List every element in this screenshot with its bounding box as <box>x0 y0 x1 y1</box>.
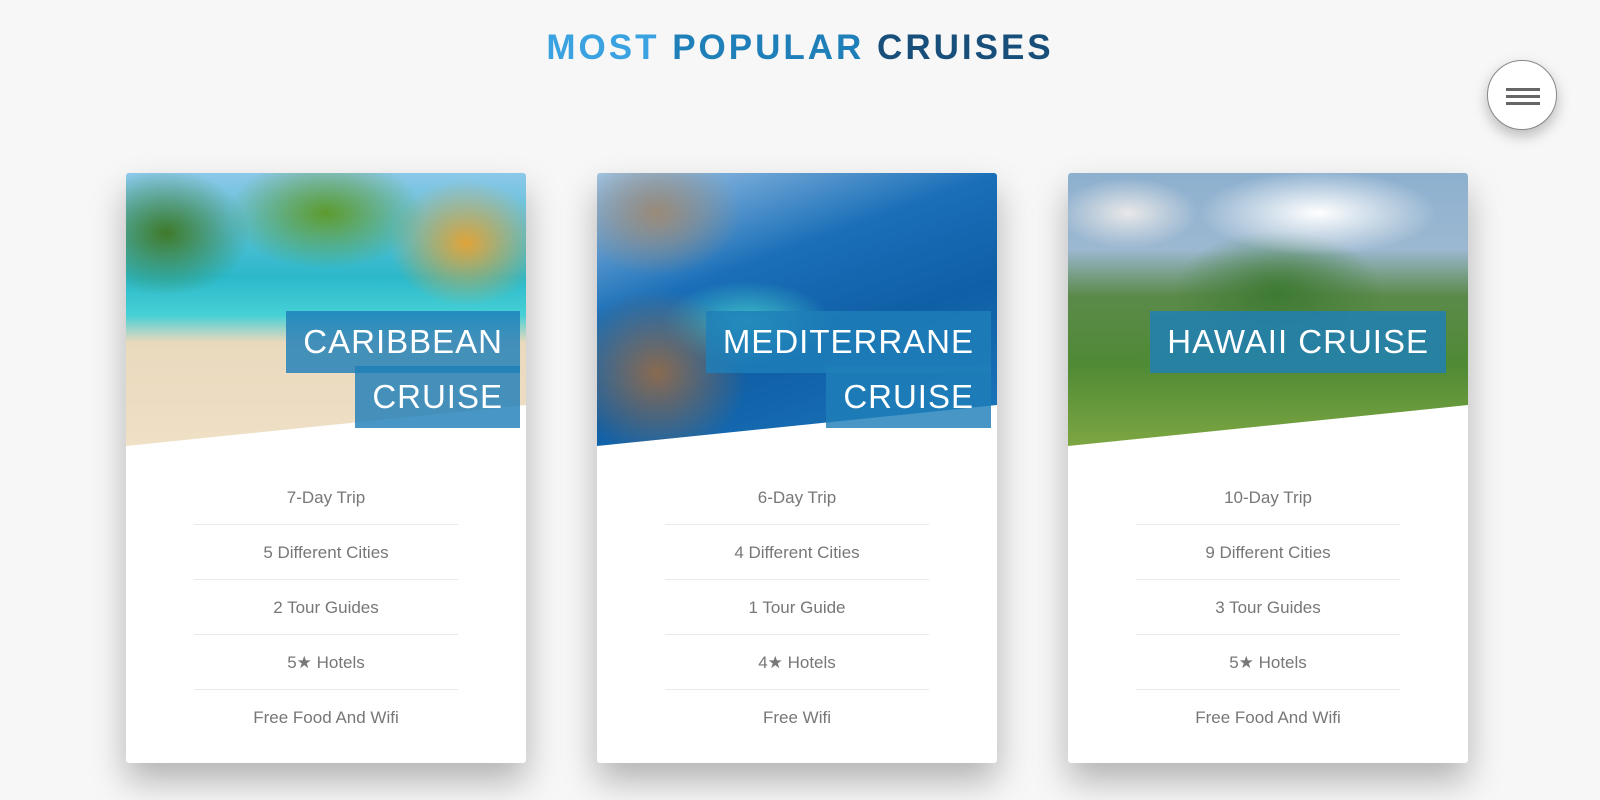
feature-item: 4 Different Cities <box>665 525 929 580</box>
feature-item: Free Food And Wifi <box>253 708 399 727</box>
feature-item: 3 Tour Guides <box>1136 580 1400 635</box>
cruise-card-hawaii[interactable]: HAWAII CRUISE 10-Day Trip 9 Different Ci… <box>1068 173 1468 763</box>
feature-item: 4★ Hotels <box>665 635 929 690</box>
feature-item: 5★ Hotels <box>1136 635 1400 690</box>
feature-item: 6-Day Trip <box>665 470 929 525</box>
feature-item: Free Wifi <box>763 708 831 727</box>
section-heading: MOST POPULAR CRUISES <box>0 28 1600 68</box>
card-title-line1: MEDITERRANE <box>705 311 991 373</box>
feature-item: 10-Day Trip <box>1136 470 1400 525</box>
feature-item: 7-Day Trip <box>194 470 458 525</box>
card-title-line1: HAWAII CRUISE <box>1150 311 1446 373</box>
feature-list: 7-Day Trip 5 Different Cities 2 Tour Gui… <box>194 470 458 745</box>
feature-item: 9 Different Cities <box>1136 525 1400 580</box>
feature-item: 5★ Hotels <box>194 635 458 690</box>
green-mountains-clouds-image <box>1068 173 1468 446</box>
card-title-line2: CRUISE <box>355 366 520 428</box>
heading-part-cruises: CRUISES <box>877 28 1054 67</box>
feature-list: 10-Day Trip 9 Different Cities 3 Tour Gu… <box>1136 470 1400 745</box>
feature-item: 1 Tour Guide <box>665 580 929 635</box>
feature-list: 6-Day Trip 4 Different Cities 1 Tour Gui… <box>665 470 929 745</box>
feature-item: 2 Tour Guides <box>194 580 458 635</box>
card-title-line1: CARIBBEAN <box>286 311 520 373</box>
cruise-card-mediterranean[interactable]: MEDITERRANE CRUISE 6-Day Trip 4 Differen… <box>597 173 997 763</box>
feature-item: Free Food And Wifi <box>1195 708 1341 727</box>
heading-part-most: MOST <box>546 28 673 67</box>
hamburger-menu-button[interactable] <box>1487 60 1557 130</box>
heading-part-popular: POPULAR <box>672 28 878 67</box>
feature-item: 5 Different Cities <box>194 525 458 580</box>
card-title-line2: CRUISE <box>826 366 991 428</box>
cruise-card-caribbean[interactable]: CARIBBEAN CRUISE 7-Day Trip 5 Different … <box>126 173 526 763</box>
